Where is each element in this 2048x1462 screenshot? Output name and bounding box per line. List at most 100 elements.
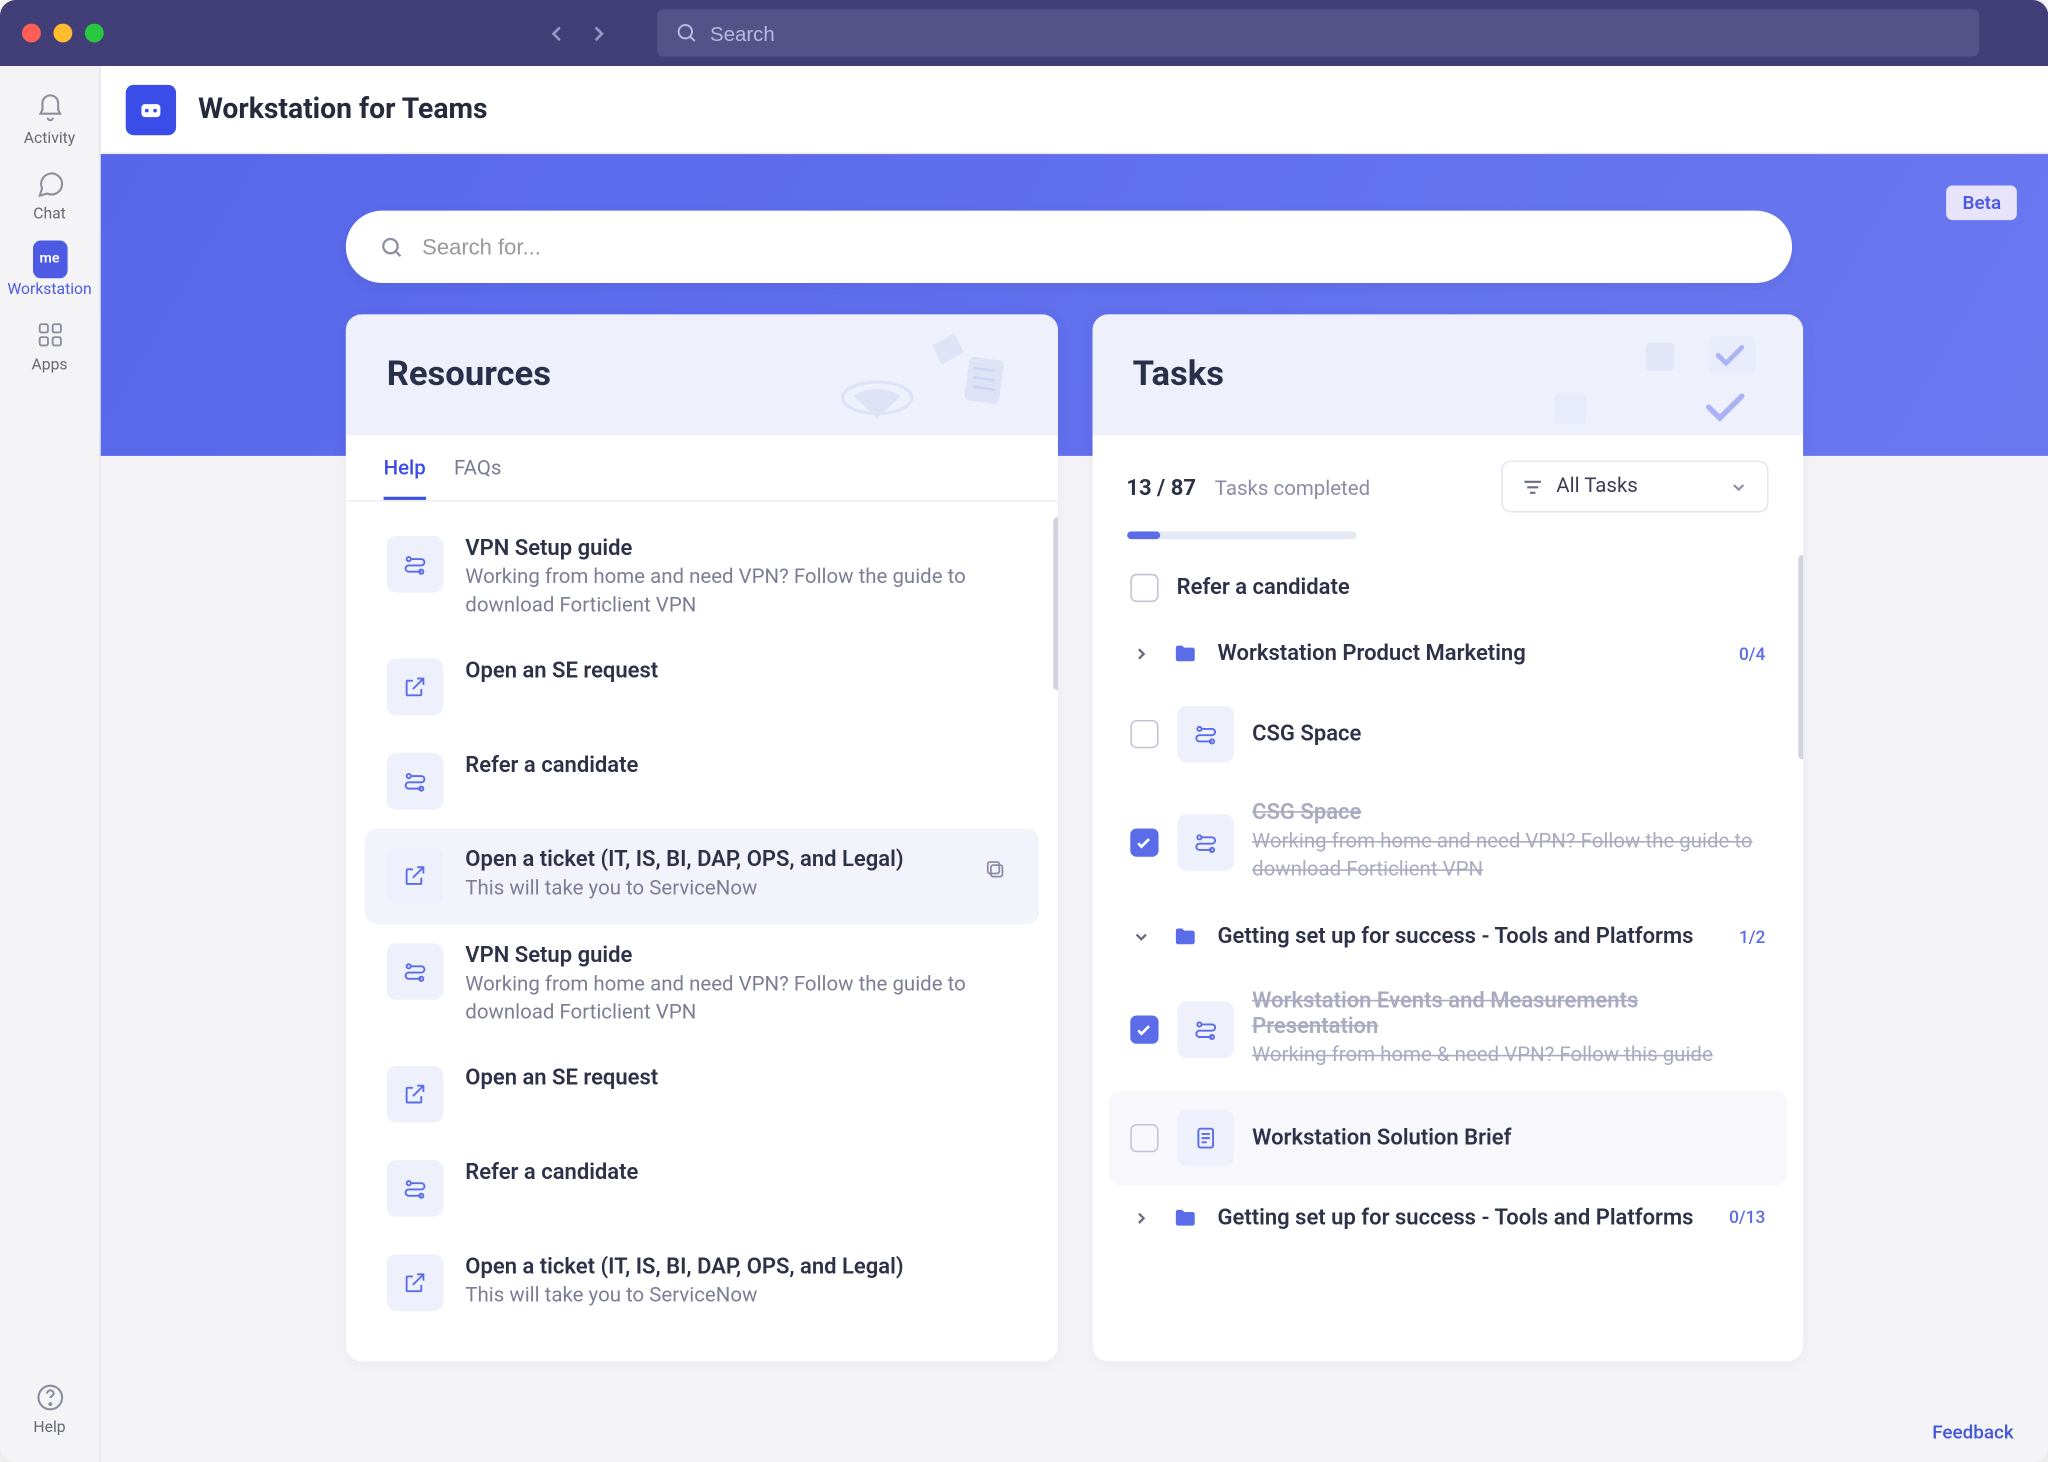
nav-forward-button[interactable]: [582, 17, 613, 48]
external-link-icon: [387, 1254, 444, 1311]
resource-item[interactable]: Open an SE request: [365, 640, 1039, 734]
global-search[interactable]: [657, 9, 1979, 56]
hero-search[interactable]: [346, 211, 1792, 283]
resource-item[interactable]: Refer a candidate: [365, 735, 1039, 829]
resource-title: Refer a candidate: [465, 1160, 1016, 1185]
task-checkbox[interactable]: [1129, 720, 1157, 748]
hero-search-input[interactable]: [422, 234, 1757, 259]
task-checkbox[interactable]: [1129, 574, 1157, 602]
rail-apps[interactable]: Apps: [2, 308, 96, 383]
close-window-button[interactable]: [22, 24, 41, 43]
help-icon: [32, 1380, 67, 1415]
task-group[interactable]: Getting set up for success - Tools and P…: [1107, 904, 1787, 970]
task-group[interactable]: Workstation Product Marketing0/4: [1107, 621, 1787, 687]
rail-workstation[interactable]: me Workstation: [2, 233, 96, 308]
resource-item[interactable]: Open a ticket (IT, IS, BI, DAP, OPS, and…: [365, 829, 1039, 924]
tasks-progress: [1126, 531, 1356, 539]
task-item[interactable]: CSG Space: [1107, 687, 1787, 781]
bell-icon: [32, 91, 67, 126]
task-item[interactable]: Workstation Events and Measurements Pres…: [1107, 971, 1787, 1091]
chevron-down-icon: [1729, 477, 1748, 496]
task-group[interactable]: Getting set up for success - Tools and P…: [1107, 1185, 1787, 1251]
tasks-card: Tasks 13 / 87 Tasks completed: [1092, 314, 1803, 1361]
task-title: CSG Space: [1252, 722, 1765, 747]
resource-desc: This will take you to ServiceNow: [465, 1283, 1016, 1312]
resource-item[interactable]: Open a ticket (IT, IS, BI, DAP, OPS, and…: [365, 1235, 1039, 1330]
route-icon: [387, 754, 444, 811]
task-desc: Working from home & need VPN? Follow thi…: [1252, 1043, 1765, 1072]
resource-desc: Working from home and need VPN? Follow t…: [465, 564, 1016, 621]
route-icon: [387, 1160, 444, 1217]
titlebar: [0, 0, 2048, 66]
rail-activity[interactable]: Activity: [2, 82, 96, 157]
rail-help[interactable]: Help: [2, 1371, 96, 1446]
global-search-input[interactable]: [710, 21, 1960, 45]
task-checkbox[interactable]: [1129, 829, 1157, 857]
rail-help-label: Help: [33, 1420, 65, 1437]
rail-activity-label: Activity: [24, 130, 75, 147]
resource-item[interactable]: VPN Setup guide Working from home and nee…: [365, 924, 1039, 1047]
app-header: Workstation for Teams: [101, 66, 2048, 154]
resource-title: Open a ticket (IT, IS, BI, DAP, OPS, and…: [465, 848, 950, 873]
search-icon: [380, 235, 403, 259]
task-item[interactable]: Workstation Solution Brief: [1107, 1090, 1787, 1184]
resources-illustration: [821, 330, 1025, 435]
resource-item[interactable]: VPN Setup guideWorking from home and nee…: [365, 517, 1039, 640]
minimize-window-button[interactable]: [53, 24, 72, 43]
copy-icon[interactable]: [972, 848, 1016, 892]
task-title: Workstation Product Marketing: [1218, 641, 1526, 666]
workstation-icon: me: [32, 242, 67, 277]
resource-title: VPN Setup guide: [465, 943, 1016, 968]
beta-badge: Beta: [1947, 185, 2017, 220]
task-item[interactable]: CSG SpaceWorking from home and need VPN?…: [1107, 781, 1787, 904]
resources-tabs: Help FAQs: [346, 435, 1057, 501]
route-icon: [1177, 1002, 1234, 1059]
nav-history: [541, 17, 613, 48]
tab-help[interactable]: Help: [384, 457, 426, 499]
task-checkbox[interactable]: [1129, 1123, 1157, 1151]
rail-apps-label: Apps: [31, 357, 67, 374]
tab-faqs[interactable]: FAQs: [454, 457, 501, 499]
task-title: Workstation Solution Brief: [1252, 1125, 1765, 1150]
resources-card: Resources Help FAQs VPN: [346, 314, 1057, 1361]
task-count-badge: 1/2: [1739, 927, 1765, 947]
route-icon: [1177, 815, 1234, 872]
route-icon: [387, 943, 444, 1000]
external-link-icon: [387, 848, 444, 905]
tasks-illustration: [1536, 330, 1772, 435]
resource-desc: This will take you to ServiceNow: [465, 876, 950, 905]
chevron-right-icon[interactable]: [1129, 645, 1151, 664]
chevron-down-icon[interactable]: [1129, 928, 1151, 947]
rail-chat-label: Chat: [33, 206, 66, 223]
resource-desc: Working from home and need VPN? Follow t…: [465, 971, 1016, 1028]
feedback-link[interactable]: Feedback: [1932, 1421, 2013, 1443]
external-link-icon: [387, 659, 444, 716]
nav-back-button[interactable]: [541, 17, 572, 48]
search-icon: [676, 22, 697, 44]
task-checkbox[interactable]: [1129, 1016, 1157, 1044]
rail-chat[interactable]: Chat: [2, 157, 96, 232]
chevron-right-icon[interactable]: [1129, 1208, 1151, 1227]
resources-header: Resources: [346, 314, 1057, 435]
scrollbar[interactable]: [1052, 517, 1057, 690]
tasks-count: 13 / 87: [1126, 476, 1196, 501]
resources-list: VPN Setup guide Working from home and nee…: [346, 501, 1057, 1361]
external-link-icon: [387, 1066, 444, 1123]
apps-icon: [32, 318, 67, 353]
maximize-window-button[interactable]: [85, 24, 104, 43]
task-item[interactable]: Refer a candidate: [1107, 555, 1787, 621]
task-title: Getting set up for success - Tools and P…: [1218, 1205, 1694, 1230]
resource-title: Open an SE request: [465, 659, 1016, 684]
app-title: Workstation for Teams: [198, 93, 487, 126]
scrollbar[interactable]: [1798, 555, 1803, 759]
tasks-filter-dropdown[interactable]: All Tasks: [1501, 461, 1768, 513]
file-icon: [1177, 1109, 1234, 1166]
resource-item[interactable]: Refer a candidate: [365, 1141, 1039, 1235]
chat-icon: [32, 167, 67, 202]
content-area: Beta Resources: [101, 154, 2048, 1462]
resource-item[interactable]: Open an SE request: [365, 1047, 1039, 1141]
task-desc: Working from home and need VPN? Follow t…: [1252, 828, 1765, 885]
folder-icon: [1170, 923, 1198, 951]
task-title: Workstation Events and Measurements Pres…: [1252, 989, 1765, 1039]
resource-title: Open an SE request: [465, 1066, 1016, 1091]
